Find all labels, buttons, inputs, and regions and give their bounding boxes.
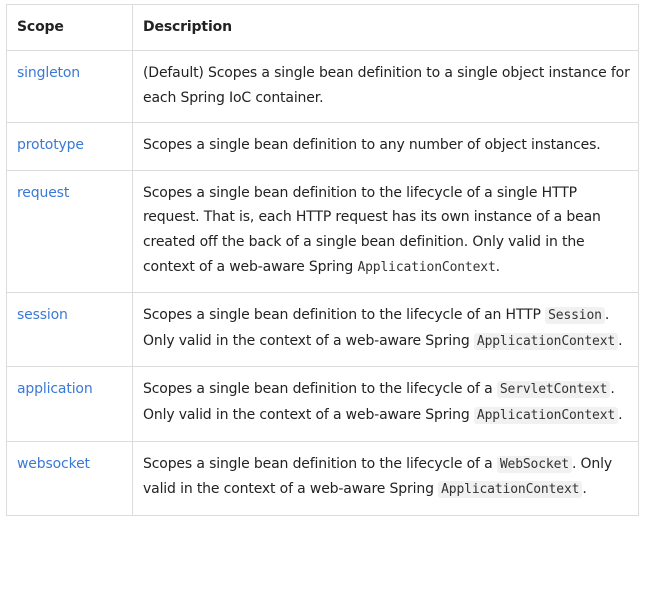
scope-cell: session [6, 292, 133, 368]
scope-link-websocket[interactable]: websocket [17, 456, 90, 472]
scope-link-singleton[interactable]: singleton [17, 65, 80, 81]
description-text: Scopes a single bean definition to the l… [143, 307, 546, 324]
description-cell: Scopes a single bean definition to the l… [132, 292, 639, 368]
code-application-context: ApplicationContext [473, 406, 619, 424]
code-application-context: ApplicationContext [438, 481, 583, 499]
scope-cell: request [6, 169, 133, 294]
table-row-prototype: prototype Scopes a single bean definitio… [6, 122, 639, 171]
description-text-end: . [495, 258, 500, 275]
description-text: Scopes a single bean definition to any n… [143, 137, 601, 154]
scope-column-header: Scope [6, 4, 133, 51]
description-text-end: . [582, 481, 587, 498]
table-row-request: request Scopes a single bean definition … [6, 169, 639, 294]
description-text-end: . [618, 406, 623, 423]
scope-cell: application [6, 366, 133, 442]
table-header-row: Scope Description [6, 4, 639, 51]
bean-scopes-table: Scope Description singleton (Default) Sc… [6, 4, 639, 516]
code-websocket: WebSocket [496, 455, 572, 473]
description-cell: (Default) Scopes a single bean definitio… [132, 49, 639, 124]
description-text: Scopes a single bean definition to the l… [143, 455, 497, 472]
table-row-session: session Scopes a single bean definition … [6, 292, 639, 368]
scope-cell: websocket [6, 440, 133, 516]
table-row-websocket: websocket Scopes a single bean definitio… [6, 440, 639, 516]
description-cell: Scopes a single bean definition to the l… [132, 440, 639, 516]
scope-link-request[interactable]: request [17, 185, 69, 201]
code-session: Session [545, 307, 605, 325]
code-application-context: ApplicationContext [473, 332, 619, 350]
table-row-singleton: singleton (Default) Scopes a single bean… [6, 49, 639, 124]
description-cell: Scopes a single bean definition to any n… [132, 122, 639, 171]
scope-cell: prototype [6, 122, 133, 171]
description-cell: Scopes a single bean definition to the l… [132, 366, 639, 442]
description-cell: Scopes a single bean definition to the l… [132, 169, 639, 294]
description-column-header: Description [132, 4, 639, 51]
scope-cell: singleton [6, 49, 133, 124]
description-text-end: . [618, 332, 623, 349]
scope-link-session[interactable]: session [17, 307, 68, 323]
description-text: Scopes a single bean definition to the l… [143, 381, 497, 398]
scope-link-prototype[interactable]: prototype [17, 137, 84, 153]
code-servlet-context: ServletContext [496, 381, 611, 399]
table-row-application: application Scopes a single bean definit… [6, 366, 639, 442]
code-application-context: ApplicationContext [357, 259, 496, 275]
scope-link-application[interactable]: application [17, 381, 93, 397]
description-text: (Default) Scopes a single bean definitio… [143, 65, 630, 106]
